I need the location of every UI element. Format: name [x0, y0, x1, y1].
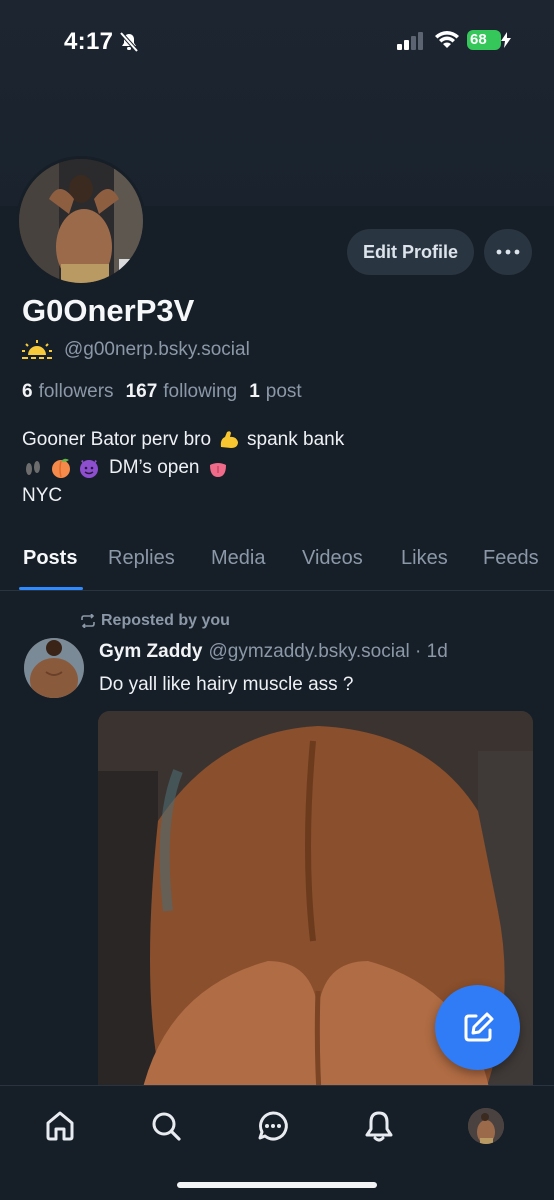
profile-bio: Gooner Bator perv bro spank bank DM’s op… [22, 426, 344, 510]
posts-count: 1 [249, 381, 260, 402]
bio-text-1b: spank bank [247, 429, 345, 450]
bio-text-1a: Gooner Bator perv bro [22, 429, 212, 450]
followers-label: followers [38, 381, 114, 402]
profile-screen: 4:17 68 Edit Profile G0OnerP3V @g00nerp.… [0, 0, 554, 1200]
post-author-avatar-photo [24, 638, 84, 698]
tongue-icon [210, 463, 227, 477]
charging-bolt-icon [501, 32, 511, 48]
post-author-avatar[interactable] [24, 638, 84, 698]
following-link[interactable]: 167 following [126, 381, 238, 403]
repost-label: Reposted by you [101, 612, 230, 629]
followers-count: 6 [22, 381, 33, 402]
bio-text-2: DM’s open [109, 457, 200, 478]
nav-home[interactable] [42, 1108, 78, 1144]
bio-line-3: NYC [22, 482, 344, 510]
edit-profile-button[interactable]: Edit Profile [347, 229, 474, 275]
nav-search[interactable] [148, 1108, 184, 1144]
active-tab-indicator [19, 587, 83, 590]
repost-icon [81, 614, 95, 628]
compose-icon [464, 1012, 493, 1041]
display-name: G0OnerP3V [22, 293, 195, 328]
battery-indicator: 68 [467, 30, 501, 50]
profile-stats: 6 followers 167 following 1 post [22, 381, 314, 403]
profile-avatar-photo [19, 159, 143, 283]
home-indicator[interactable] [177, 1182, 377, 1188]
tab-media[interactable]: Media [211, 547, 265, 570]
bio-text-3: NYC [22, 485, 63, 506]
tab-posts[interactable]: Posts [23, 547, 77, 570]
bio-line-2: DM’s open [22, 454, 344, 482]
post-author-name[interactable]: Gym Zaddy [99, 641, 202, 663]
sunrise-icon [22, 340, 52, 359]
nav-profile-avatar-photo [468, 1108, 504, 1144]
post-author-handle-time[interactable]: @gymzaddy.bsky.social · 1d [208, 641, 447, 663]
compose-post-button[interactable] [435, 985, 520, 1070]
tab-replies[interactable]: Replies [108, 547, 175, 570]
peach-icon [52, 458, 70, 478]
repost-indicator[interactable]: Reposted by you [80, 612, 230, 630]
cell-signal-icon [397, 32, 423, 50]
smiling-devil-icon [80, 460, 98, 478]
tab-feeds[interactable]: Feeds [483, 547, 539, 570]
wifi-icon [435, 31, 459, 48]
profile-handle: @g00nerp.bsky.social [64, 339, 250, 360]
following-label: following [163, 381, 238, 402]
post-text: Do yall like hairy muscle ass ? [99, 674, 354, 695]
profile-avatar[interactable] [16, 156, 146, 286]
flexed-biceps-icon [220, 431, 239, 448]
posts-label: post [265, 381, 302, 402]
nav-chat[interactable] [255, 1108, 291, 1144]
home-icon [46, 1111, 74, 1141]
bio-line-1: Gooner Bator perv bro spank bank [22, 426, 344, 454]
bell-icon [365, 1111, 393, 1142]
silent-bell-icon [119, 31, 139, 53]
footprints-icon [26, 461, 40, 475]
status-bar: 4:17 68 [0, 0, 554, 84]
tab-likes[interactable]: Likes [401, 547, 448, 570]
post-header: Gym Zaddy @gymzaddy.bsky.social · 1d [99, 641, 448, 663]
ellipsis-icon [496, 249, 520, 255]
handle-row: @g00nerp.bsky.social [22, 339, 250, 361]
tab-videos[interactable]: Videos [302, 547, 363, 570]
following-count: 167 [125, 381, 158, 402]
posts-stat: 1 post [249, 381, 302, 403]
status-time: 4:17 [64, 28, 114, 55]
more-options-button[interactable] [484, 229, 532, 275]
chat-icon [258, 1111, 288, 1141]
search-icon [152, 1112, 181, 1141]
nav-notifications[interactable] [361, 1108, 397, 1144]
followers-link[interactable]: 6 followers [22, 381, 114, 403]
nav-profile-avatar[interactable] [468, 1108, 504, 1144]
profile-tabs: Posts Replies Media Videos Likes Feeds [0, 537, 554, 591]
